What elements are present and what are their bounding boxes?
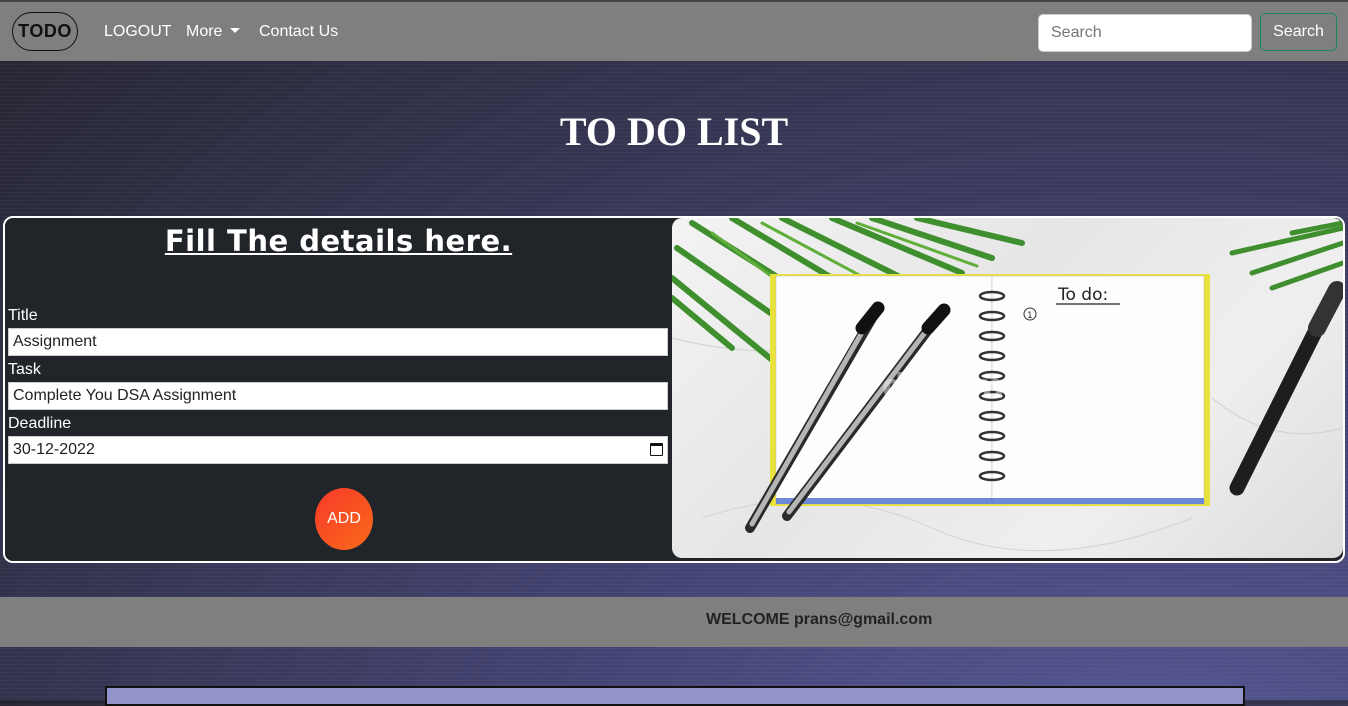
brand-logo[interactable]: TODO (12, 12, 78, 51)
deadline-label: Deadline (8, 415, 72, 432)
navbar: TODO LOGOUT More Contact Us Search (0, 2, 1348, 61)
add-button[interactable]: ADD (315, 488, 373, 550)
search-button[interactable]: Search (1260, 13, 1337, 51)
todo-illustration: To do: 1 dreamstime. (672, 218, 1343, 558)
notebook-heading: To do: (1057, 285, 1108, 305)
todo-card: Fill The details here. Title Assignment … (3, 216, 1345, 563)
deadline-input[interactable]: 30-12-2022 (8, 436, 668, 464)
todo-table-container (105, 686, 1245, 706)
search-input[interactable] (1038, 14, 1252, 52)
page-title: TO DO LIST (559, 109, 789, 154)
notebook-illustration: To do: 1 dreamstime. (672, 218, 1343, 552)
contact-us-link[interactable]: Contact Us (259, 23, 338, 41)
title-input[interactable]: Assignment (8, 328, 668, 356)
chevron-down-icon (230, 28, 241, 33)
title-label: Title (8, 307, 38, 324)
watermark-text: dreamstime. (882, 367, 1124, 407)
deadline-value: 30-12-2022 (13, 441, 95, 458)
task-input[interactable]: Complete You DSA Assignment (8, 382, 668, 410)
logout-link[interactable]: LOGOUT (104, 23, 172, 41)
calendar-icon[interactable] (650, 443, 663, 456)
more-label: More (186, 23, 223, 40)
notebook-item-marker: 1 (1027, 311, 1033, 321)
form-heading: Fill The details here. (164, 224, 513, 258)
todo-form: Fill The details here. Title Assignment … (5, 218, 672, 561)
task-label: Task (8, 361, 41, 378)
welcome-text: WELCOME prans@gmail.com (706, 611, 933, 628)
more-dropdown[interactable]: More (186, 23, 241, 41)
welcome-bar: WELCOME prans@gmail.com (0, 597, 1348, 647)
